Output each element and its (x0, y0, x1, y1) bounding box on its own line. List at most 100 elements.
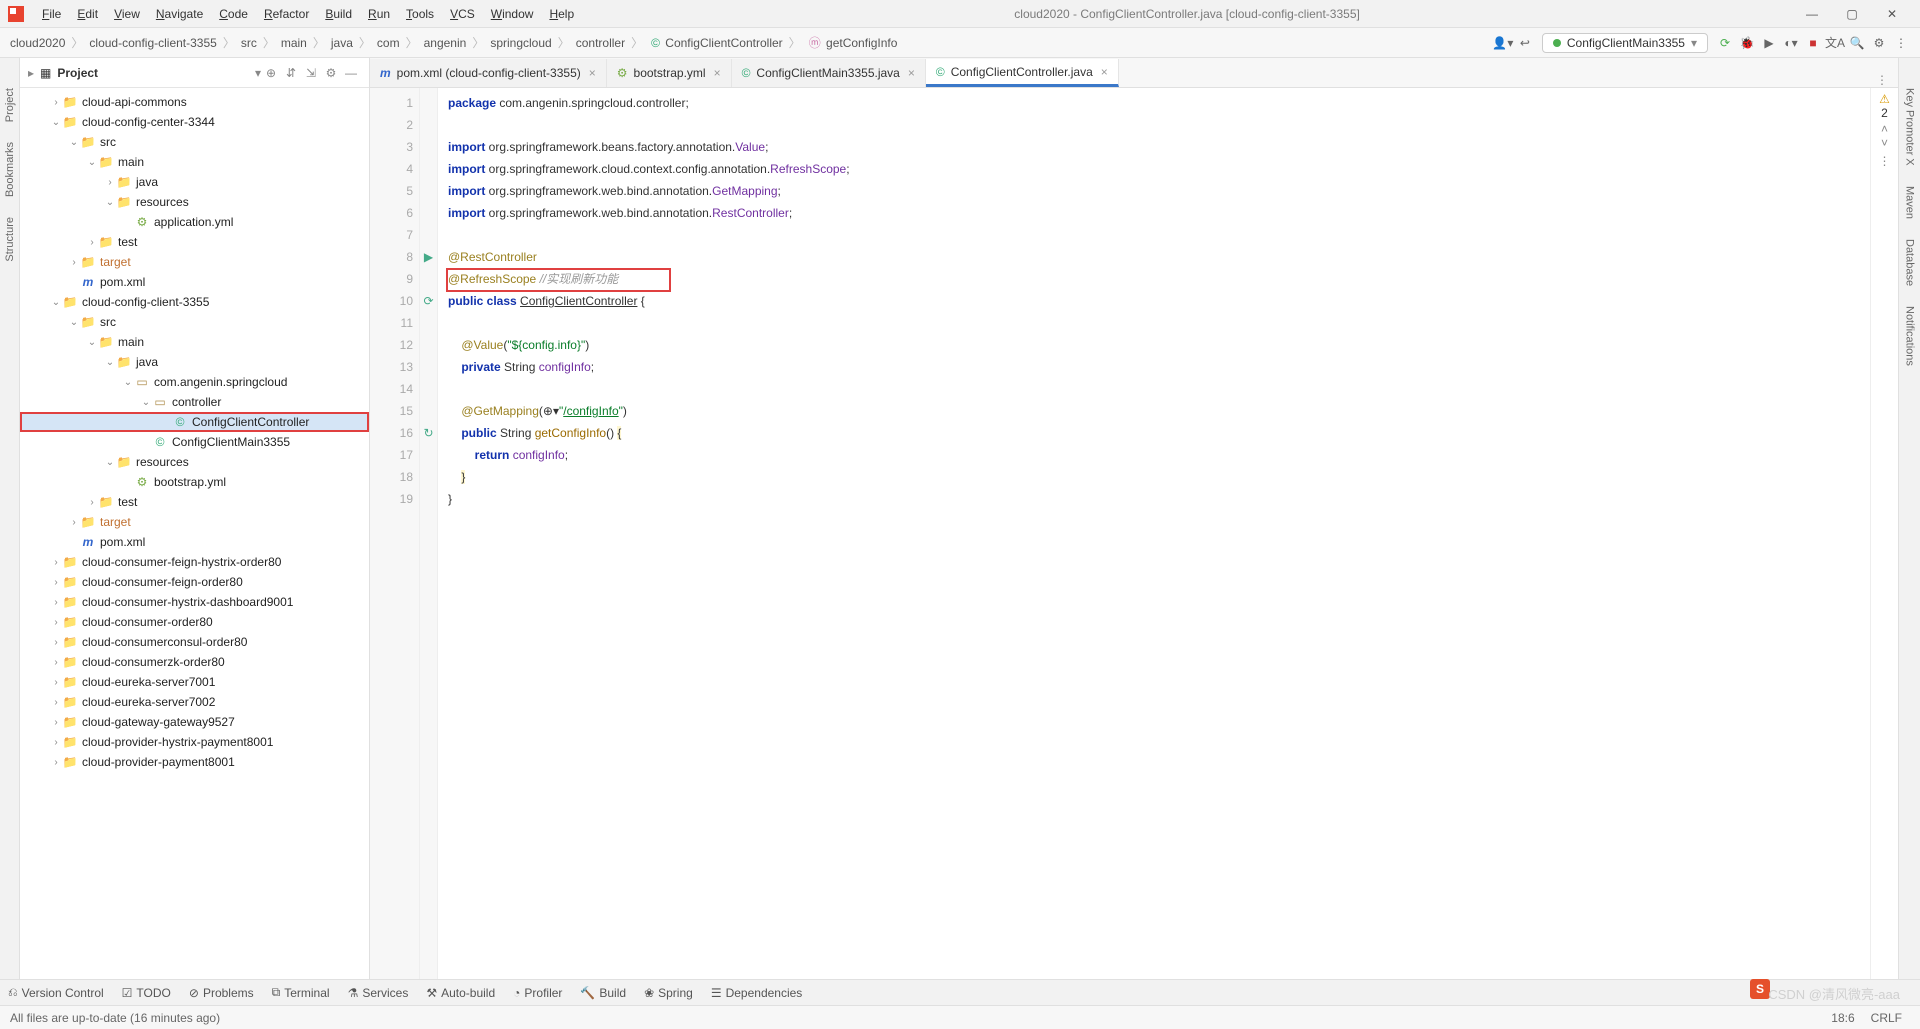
menu-code[interactable]: Code (211, 7, 256, 21)
minimize-button[interactable]: — (1792, 7, 1832, 21)
breadcrumb-9[interactable]: © ConfigClientController (647, 36, 785, 50)
tree-item[interactable]: ›📁cloud-consumerconsul-order80 (20, 632, 369, 652)
bottom-tool-services[interactable]: ⚗Services (348, 986, 409, 1000)
breadcrumb[interactable]: cloud2020〉cloud-config-client-3355〉src〉m… (8, 34, 899, 51)
tab-close-icon[interactable]: × (589, 66, 596, 80)
code-line-10[interactable]: public class ConfigClientController { (448, 290, 1860, 312)
tree-item[interactable]: ⚙bootstrap.yml (20, 472, 369, 492)
tree-item[interactable]: ⌄📁cloud-config-center-3344 (20, 112, 369, 132)
tree-item[interactable]: ⌄📁java (20, 352, 369, 372)
tree-item[interactable]: ›📁cloud-eureka-server7002 (20, 692, 369, 712)
tree-item[interactable]: mpom.xml (20, 532, 369, 552)
tree-item[interactable]: ⌄📁main (20, 152, 369, 172)
tree-item[interactable]: ©ConfigClientController (20, 412, 369, 432)
bottom-tool-version-control[interactable]: ⎌Version Control (8, 985, 104, 1000)
editor-tab[interactable]: ⚙bootstrap.yml× (607, 59, 732, 87)
left-tab-project[interactable]: Project (2, 78, 18, 132)
line-separator[interactable]: CRLF (1863, 1011, 1910, 1025)
tree-item[interactable]: ›📁target (20, 512, 369, 532)
editor-tab[interactable]: mpom.xml (cloud-config-client-3355)× (370, 59, 607, 87)
tree-item[interactable]: ›📁cloud-consumer-hystrix-dashboard9001 (20, 592, 369, 612)
code-line-12[interactable]: @Value("${config.info}") (448, 334, 1860, 356)
search-icon[interactable]: 🔍 (1846, 36, 1868, 50)
bottom-tool-terminal[interactable]: ⧉Terminal (272, 985, 330, 1000)
breadcrumb-8[interactable]: controller (574, 36, 627, 50)
bottom-tool-auto-build[interactable]: ⚒Auto-build (426, 986, 495, 1000)
tree-item[interactable]: ›📁test (20, 232, 369, 252)
bottom-tool-problems[interactable]: ⊘Problems (189, 986, 254, 1000)
tree-item[interactable]: ⌄📁main (20, 332, 369, 352)
bottom-tool-todo[interactable]: ☑TODO (122, 986, 171, 1000)
tree-item[interactable]: mpom.xml (20, 272, 369, 292)
code-line-2[interactable] (448, 114, 1860, 136)
tree-item[interactable]: ›📁cloud-provider-payment8001 (20, 752, 369, 772)
editor-more-icon[interactable]: ⋮ (1875, 154, 1894, 168)
code-line-15[interactable]: @GetMapping(⊕▾"/configInfo") (448, 400, 1860, 422)
left-tab-structure[interactable]: Structure (2, 207, 18, 272)
code-line-19[interactable]: } (448, 488, 1860, 510)
left-tab-bookmarks[interactable]: Bookmarks (2, 132, 18, 207)
run-coverage-icon[interactable]: ▶ (1758, 36, 1780, 50)
menu-vcs[interactable]: VCS (442, 7, 483, 21)
code-editor[interactable]: package com.angenin.springcloud.controll… (438, 88, 1870, 979)
code-line-16[interactable]: public String getConfigInfo() { (448, 422, 1860, 444)
code-line-14[interactable] (448, 378, 1860, 400)
tree-item[interactable]: ›📁cloud-consumer-feign-hystrix-order80 (20, 552, 369, 572)
code-line-4[interactable]: import org.springframework.cloud.context… (448, 158, 1860, 180)
tree-item[interactable]: ›📁cloud-consumer-order80 (20, 612, 369, 632)
tree-item[interactable]: ⌄📁cloud-config-client-3355 (20, 292, 369, 312)
menu-help[interactable]: Help (541, 7, 582, 21)
tree-item[interactable]: ›📁cloud-eureka-server7001 (20, 672, 369, 692)
collapse-icon[interactable]: ⇲ (301, 66, 321, 80)
tree-item[interactable]: ⌄📁src (20, 312, 369, 332)
menu-window[interactable]: Window (483, 7, 542, 21)
menu-tools[interactable]: Tools (398, 7, 442, 21)
bottom-tool-build[interactable]: 🔨Build (580, 986, 626, 1000)
right-tab-database[interactable]: Database (1902, 229, 1918, 296)
code-line-3[interactable]: import org.springframework.beans.factory… (448, 136, 1860, 158)
code-line-17[interactable]: return configInfo; (448, 444, 1860, 466)
tree-item[interactable]: ⌄▭controller (20, 392, 369, 412)
tree-item[interactable]: ©ConfigClientMain3355 (20, 432, 369, 452)
gear-icon[interactable]: ⚙ (321, 66, 341, 80)
menu-build[interactable]: Build (317, 7, 360, 21)
right-tab-keypromoter[interactable]: Key Promoter X (1902, 78, 1918, 176)
menu-edit[interactable]: Edit (69, 7, 106, 21)
back-icon[interactable]: ↩ (1514, 36, 1536, 50)
tree-item[interactable]: ⌄📁resources (20, 192, 369, 212)
code-line-11[interactable] (448, 312, 1860, 334)
user-icon[interactable]: 👤▾ (1492, 36, 1514, 50)
right-tab-notifications[interactable]: Notifications (1902, 296, 1918, 376)
breadcrumb-5[interactable]: com (375, 36, 402, 50)
inspection-up-icon[interactable]: ˄ (1875, 122, 1894, 136)
tree-item[interactable]: ›📁cloud-provider-hystrix-payment8001 (20, 732, 369, 752)
tree-item[interactable]: ›📁target (20, 252, 369, 272)
debug-icon[interactable]: 🐞 (1736, 36, 1758, 50)
menu-file[interactable]: File (34, 7, 69, 21)
editor-tab[interactable]: ©ConfigClientController.java× (926, 59, 1119, 87)
tab-close-icon[interactable]: × (1101, 65, 1108, 79)
tree-item[interactable]: ›📁test (20, 492, 369, 512)
code-line-1[interactable]: package com.angenin.springcloud.controll… (448, 92, 1860, 114)
expand-icon[interactable]: ⇵ (281, 66, 301, 80)
code-line-18[interactable]: } (448, 466, 1860, 488)
profile-icon[interactable]: ◐▾ (1780, 36, 1802, 50)
update-icon[interactable]: ⟳ (1714, 36, 1736, 50)
bottom-tool-dependencies[interactable]: ☰Dependencies (711, 986, 803, 1000)
close-button[interactable]: ✕ (1872, 7, 1912, 21)
tree-item[interactable]: ›📁cloud-consumer-feign-order80 (20, 572, 369, 592)
tree-item[interactable]: ›📁cloud-api-commons (20, 92, 369, 112)
locate-icon[interactable]: ⊕ (261, 66, 281, 80)
code-line-13[interactable]: private String configInfo; (448, 356, 1860, 378)
bottom-tool-profiler[interactable]: ◔Profiler (513, 986, 562, 1000)
tree-item[interactable]: ⌄📁resources (20, 452, 369, 472)
project-tree[interactable]: ›📁cloud-api-commons⌄📁cloud-config-center… (20, 88, 369, 979)
translate-icon[interactable]: 文A (1824, 34, 1846, 51)
tab-close-icon[interactable]: × (714, 66, 721, 80)
menu-run[interactable]: Run (360, 7, 398, 21)
tree-item[interactable]: ›📁cloud-consumerzk-order80 (20, 652, 369, 672)
editor-tab[interactable]: ©ConfigClientMain3355.java× (732, 59, 926, 87)
breadcrumb-4[interactable]: java (329, 36, 355, 50)
project-arrow-icon[interactable]: ▸ (28, 66, 34, 80)
run-configuration-select[interactable]: ConfigClientMain3355 ▾ (1542, 33, 1708, 53)
